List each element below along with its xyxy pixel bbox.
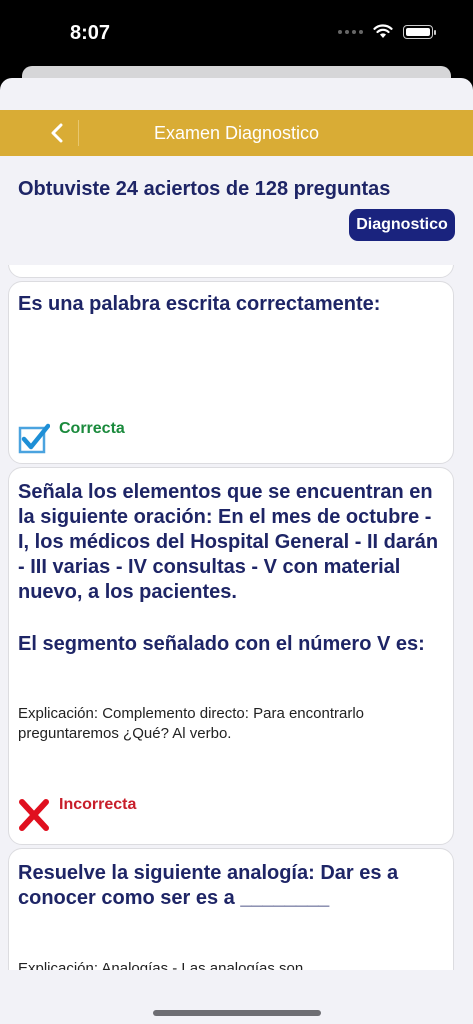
wifi-icon — [373, 24, 393, 38]
questions-list[interactable]: Es una palabra escrita correctamente: Co… — [0, 265, 473, 970]
question-card: Resuelve la siguiente analogía: Dar es a… — [8, 848, 454, 970]
question-card-partial — [8, 265, 454, 278]
nav-bar: Examen Diagnostico — [0, 110, 473, 156]
question-text: Resuelve la siguiente analogía: Dar es a… — [18, 862, 399, 909]
question-card: Es una palabra escrita correctamente: Co… — [8, 281, 454, 464]
status-label: Correcta — [59, 420, 125, 437]
checkbox-checked-icon — [18, 423, 50, 454]
explanation-text: Explicación: Complemento directo: Para e… — [18, 705, 365, 742]
battery-icon — [403, 24, 436, 39]
question-text: Es una palabra escrita correctamente: — [18, 293, 381, 315]
question-card: Señala los elementos que se encuentran e… — [8, 467, 454, 845]
diagnostico-badge[interactable]: Diagnostico — [349, 209, 455, 241]
page-title: Examen Diagnostico — [153, 123, 320, 143]
status-bar: 8:07 — [0, 0, 473, 72]
home-indicator[interactable] — [153, 1010, 321, 1016]
status-time: 8:07 — [70, 22, 111, 44]
status-label: Incorrecta — [59, 796, 137, 813]
x-mark-icon — [19, 799, 49, 831]
question-subtext: El segmento señalado con el número V es: — [18, 633, 425, 655]
score-summary: Obtuviste 24 aciertos de 128 preguntas — [18, 178, 391, 200]
explanation-text: Explicación: Analogías.- Las analogías s… — [18, 960, 304, 970]
question-text: Señala los elementos que se encuentran e… — [18, 481, 439, 603]
modal-sheet: Examen Diagnostico Obtuviste 24 aciertos… — [0, 78, 473, 1024]
status-icons — [338, 24, 436, 39]
cellular-icon — [338, 29, 363, 34]
